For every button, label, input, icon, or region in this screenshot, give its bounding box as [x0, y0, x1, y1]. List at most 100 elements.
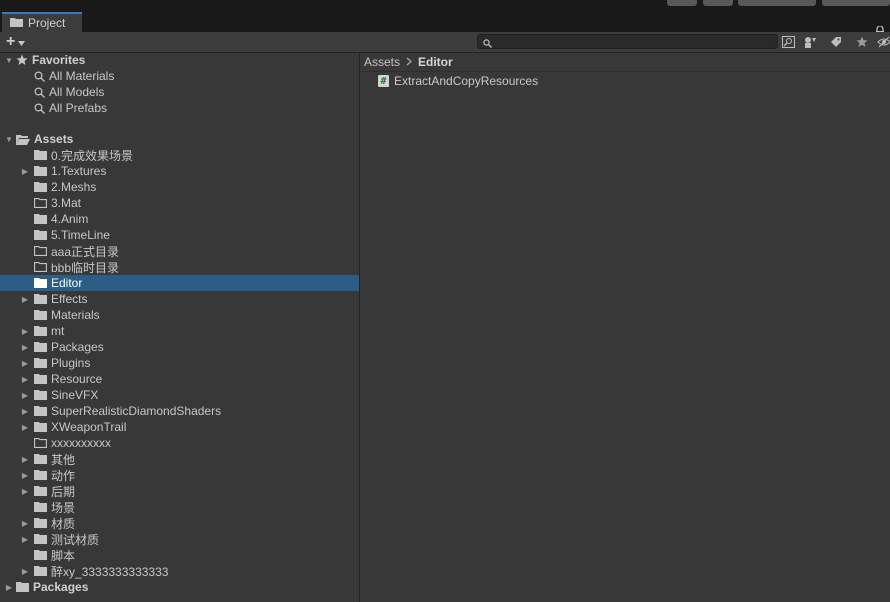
folder-icon	[34, 182, 47, 192]
folder-icon	[34, 518, 47, 528]
asset-folder-row[interactable]: ▶ Effects	[0, 291, 379, 307]
search-icon	[34, 70, 45, 82]
collapsed-arrow-icon[interactable]: ▶	[20, 359, 30, 368]
asset-folder-row[interactable]: Editor	[0, 275, 379, 291]
favorite-star-icon[interactable]	[853, 34, 871, 50]
folder-icon	[34, 470, 47, 480]
asset-folder-row[interactable]: ▶ 材质	[0, 515, 379, 531]
packages-title: Packages	[33, 580, 89, 594]
asset-folder-label: Materials	[51, 308, 100, 322]
layers-dropdown[interactable]	[738, 0, 816, 6]
packages-header[interactable]: ▶ Packages	[0, 579, 363, 595]
asset-item-label: ExtractAndCopyResources	[394, 74, 539, 88]
collapsed-arrow-icon[interactable]: ▶	[20, 535, 30, 544]
collapsed-arrow-icon[interactable]: ▶	[20, 471, 30, 480]
filter-by-label-icon[interactable]	[827, 34, 845, 50]
search-icon	[34, 102, 45, 114]
asset-folder-row[interactable]: 0.完成效果场景	[0, 147, 379, 163]
collapsed-arrow-icon[interactable]: ▶	[20, 375, 30, 384]
asset-folder-label: 3.Mat	[51, 196, 82, 210]
asset-folder-label: 0.完成效果场景	[51, 148, 134, 163]
history-button[interactable]	[667, 0, 697, 6]
collapsed-arrow-icon[interactable]: ▶	[20, 391, 30, 400]
asset-folder-label: 脚本	[51, 548, 76, 563]
search-input[interactable]	[477, 34, 778, 49]
collapsed-arrow-icon[interactable]: ▶	[20, 295, 30, 304]
favorite-item[interactable]: All Models	[0, 84, 393, 100]
collapsed-arrow-icon[interactable]: ▶	[20, 167, 30, 176]
assets-header[interactable]: ▼ Assets	[0, 131, 363, 147]
breadcrumb-editor[interactable]: Editor	[418, 55, 453, 69]
asset-folder-row[interactable]: ▶ mt	[0, 323, 379, 339]
asset-folder-label: SineVFX	[51, 388, 99, 402]
asset-folder-row[interactable]: ▶ 醉xy_3333333333333	[0, 563, 379, 579]
search-by-type-icon[interactable]	[779, 34, 797, 50]
favorites-header[interactable]: ▼ Favorites	[0, 52, 363, 68]
collapsed-arrow-icon[interactable]: ▶	[20, 455, 30, 464]
asset-folder-row[interactable]: ▶ 1.Textures	[0, 163, 379, 179]
collapsed-arrow-icon[interactable]: ▶	[20, 343, 30, 352]
asset-folder-row[interactable]: ▶ 后期	[0, 483, 379, 499]
hidden-packages-icon[interactable]	[875, 34, 890, 50]
asset-folder-row[interactable]: 2.Meshs	[0, 179, 379, 195]
folder-icon	[10, 16, 23, 30]
chevron-right-icon	[406, 55, 413, 69]
asset-folder-row[interactable]: Materials	[0, 307, 379, 323]
create-button[interactable]: +	[6, 33, 36, 50]
folder-icon	[34, 374, 47, 384]
expanded-arrow-icon[interactable]: ▼	[4, 135, 14, 144]
empty-folder-icon	[34, 262, 47, 272]
asset-folder-row[interactable]: ▶ Resource	[0, 371, 379, 387]
favorite-item-label: All Prefabs	[49, 101, 108, 115]
asset-folder-row[interactable]: ▶ 其他	[0, 451, 379, 467]
asset-item[interactable]: # ExtractAndCopyResources	[378, 74, 538, 88]
asset-folder-row[interactable]: 脚本	[0, 547, 379, 563]
asset-folder-label: Plugins	[51, 356, 91, 370]
asset-folder-label: xxxxxxxxxx	[51, 436, 111, 450]
asset-folder-row[interactable]: ▶ 测试材质	[0, 531, 379, 547]
asset-folder-label: bbb临时目录	[51, 260, 120, 275]
collapsed-arrow-icon[interactable]: ▶	[20, 407, 30, 416]
folder-icon	[34, 150, 47, 160]
asset-folder-label: 1.Textures	[51, 164, 107, 178]
csharp-script-icon: #	[378, 75, 389, 87]
asset-folder-row[interactable]: ▶ SineVFX	[0, 387, 379, 403]
asset-folder-row[interactable]: bbb临时目录	[0, 259, 379, 275]
expanded-arrow-icon[interactable]: ▼	[4, 56, 14, 65]
tab-project[interactable]: Project	[2, 12, 82, 32]
asset-folder-row[interactable]: ▶ Plugins	[0, 355, 379, 371]
asset-folder-row[interactable]: ▶ SuperRealisticDiamondShaders	[0, 403, 379, 419]
collapsed-arrow-icon[interactable]: ▶	[4, 583, 14, 592]
favorites-title: Favorites	[32, 53, 86, 67]
filter-by-type-icon[interactable]	[802, 34, 820, 50]
search-icon	[483, 37, 492, 51]
search-button[interactable]	[703, 0, 733, 6]
editor-top-bar	[0, 0, 890, 11]
collapsed-arrow-icon[interactable]: ▶	[20, 519, 30, 528]
asset-folder-label: XWeaponTrail	[51, 420, 127, 434]
asset-folder-row[interactable]: 5.TimeLine	[0, 227, 379, 243]
favorite-item[interactable]: All Materials	[0, 68, 393, 84]
plus-icon: +	[6, 33, 16, 50]
collapsed-arrow-icon[interactable]: ▶	[20, 423, 30, 432]
asset-folder-row[interactable]: aaa正式目录	[0, 243, 379, 259]
asset-folder-row[interactable]: 场景	[0, 499, 379, 515]
asset-folder-row[interactable]: 4.Anim	[0, 211, 379, 227]
folder-icon	[34, 390, 47, 400]
folder-icon	[34, 166, 47, 176]
collapsed-arrow-icon[interactable]: ▶	[20, 327, 30, 336]
asset-folder-row[interactable]: 3.Mat	[0, 195, 379, 211]
asset-folder-row[interactable]: ▶ XWeaponTrail	[0, 419, 379, 435]
folder-icon	[34, 550, 47, 560]
asset-folder-row[interactable]: xxxxxxxxxx	[0, 435, 379, 451]
assets-title: Assets	[34, 132, 74, 146]
favorite-item[interactable]: All Prefabs	[0, 100, 393, 116]
collapsed-arrow-icon[interactable]: ▶	[20, 567, 30, 576]
layout-dropdown[interactable]	[822, 0, 890, 6]
breadcrumb-assets[interactable]: Assets	[364, 55, 400, 69]
folder-icon	[34, 534, 47, 544]
asset-folder-row[interactable]: ▶ Packages	[0, 339, 379, 355]
asset-folder-row[interactable]: ▶ 动作	[0, 467, 379, 483]
asset-folder-label: 后期	[51, 484, 76, 499]
collapsed-arrow-icon[interactable]: ▶	[20, 487, 30, 496]
